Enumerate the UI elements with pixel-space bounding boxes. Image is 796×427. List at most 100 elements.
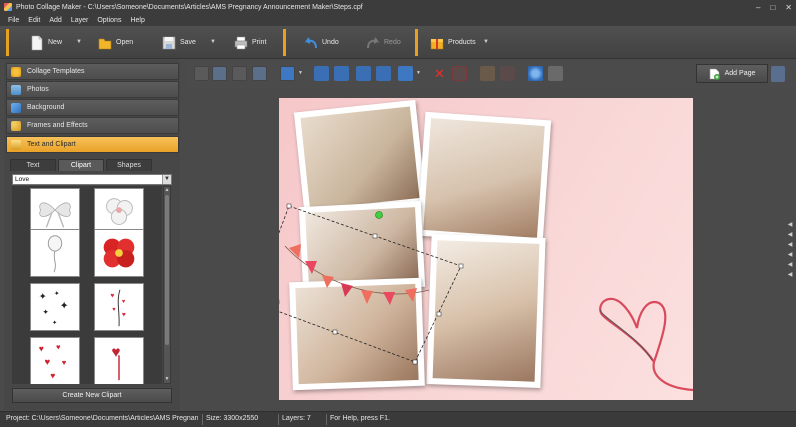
clipart-red-flower[interactable] bbox=[94, 229, 144, 277]
tab-clipart-label: Clipart bbox=[70, 162, 92, 169]
new-dropdown-arrow[interactable]: ▼ bbox=[76, 39, 82, 45]
scroll-up-icon[interactable]: ▲ bbox=[164, 187, 170, 194]
menu-add[interactable]: Add bbox=[49, 17, 61, 24]
resize-handle bbox=[412, 359, 418, 365]
add-page-button[interactable]: Add Page bbox=[696, 64, 768, 83]
svg-text:♥: ♥ bbox=[50, 370, 55, 380]
close-button[interactable]: ✕ bbox=[785, 3, 792, 12]
bring-forward-icon[interactable] bbox=[194, 66, 209, 81]
tab-clipart[interactable]: Clipart bbox=[58, 159, 104, 171]
clipart-heart-branch[interactable]: ♥ ♥ ♥ ♥ bbox=[94, 283, 144, 331]
flip-left-icon[interactable] bbox=[314, 66, 329, 81]
stars-icon: ✦ ✦✦✦✦ bbox=[39, 290, 69, 327]
category-background[interactable]: Background bbox=[6, 99, 179, 116]
window-controls: – □ ✕ bbox=[756, 0, 792, 14]
gear-icon[interactable] bbox=[528, 66, 543, 81]
collage-page[interactable] bbox=[279, 98, 693, 400]
hand-tool-icon[interactable] bbox=[480, 66, 495, 81]
bring-to-front-icon[interactable] bbox=[212, 66, 227, 81]
products-button[interactable]: Products bbox=[430, 30, 476, 55]
scroll-thumb[interactable] bbox=[165, 195, 169, 345]
redo-button[interactable]: Redo bbox=[366, 30, 401, 55]
right-panel-toggle[interactable]: ◀ ◀ ◀ ◀ ◀ ◀ bbox=[786, 220, 794, 280]
new-document-icon bbox=[31, 35, 43, 50]
clipart-scrollbar[interactable]: ▲ ▼ bbox=[163, 186, 171, 384]
menu-options[interactable]: Options bbox=[97, 17, 121, 24]
flip-vertical-icon[interactable] bbox=[376, 66, 391, 81]
clipart-hearts[interactable]: ♥ ♥ ♥ ♥ ♥ bbox=[30, 337, 80, 384]
chevron-left-icon[interactable]: ◀ bbox=[786, 230, 794, 240]
svg-text:♥: ♥ bbox=[122, 312, 126, 319]
chevron-left-icon[interactable]: ◀ bbox=[786, 240, 794, 250]
background-icon bbox=[11, 102, 21, 113]
menu-edit[interactable]: Edit bbox=[28, 17, 40, 24]
clipart-heart-flower[interactable]: ♥ bbox=[94, 337, 144, 384]
open-button[interactable]: Open bbox=[98, 30, 133, 55]
menu-layer[interactable]: Layer bbox=[71, 17, 89, 24]
flip-horizontal-icon[interactable] bbox=[356, 66, 371, 81]
hearts-icon: ♥ ♥♥ ♥♥ bbox=[39, 343, 67, 381]
undo-button[interactable]: Undo bbox=[304, 30, 339, 55]
menu-help[interactable]: Help bbox=[130, 17, 144, 24]
printer-icon bbox=[234, 36, 248, 49]
chevron-left-icon[interactable]: ◀ bbox=[786, 220, 794, 230]
page-settings-icon[interactable] bbox=[771, 66, 785, 82]
redo-arrow-icon bbox=[367, 36, 380, 48]
scroll-down-icon[interactable]: ▼ bbox=[164, 376, 170, 383]
maximize-button[interactable]: □ bbox=[770, 3, 775, 12]
category-label: Background bbox=[27, 104, 65, 111]
category-frames-effects[interactable]: Frames and Effects bbox=[6, 117, 179, 134]
save-button[interactable]: Save bbox=[162, 30, 196, 55]
category-photos[interactable]: Photos bbox=[6, 81, 179, 98]
minimize-button[interactable]: – bbox=[756, 3, 760, 12]
chevron-down-icon[interactable]: ▼ bbox=[162, 175, 171, 184]
open-label: Open bbox=[116, 39, 134, 46]
new-button[interactable]: New bbox=[30, 30, 62, 55]
tab-text[interactable]: Text bbox=[10, 159, 56, 171]
chevron-left-icon[interactable]: ◀ bbox=[786, 260, 794, 270]
align-dropdown-arrow[interactable]: ▼ bbox=[298, 70, 303, 76]
status-divider bbox=[326, 414, 327, 425]
align-icon[interactable] bbox=[280, 66, 295, 81]
print-button[interactable]: Print bbox=[234, 30, 266, 55]
print-label: Print bbox=[252, 39, 267, 46]
flip-right-icon[interactable] bbox=[334, 66, 349, 81]
resize-handle bbox=[372, 233, 378, 239]
window-title: Photo Collage Maker - C:\Users\Someone\D… bbox=[16, 3, 363, 11]
clipart-balloon[interactable] bbox=[30, 229, 80, 277]
send-backward-icon[interactable] bbox=[232, 66, 247, 81]
crop-icon[interactable] bbox=[452, 66, 467, 81]
garland-flag bbox=[305, 261, 317, 274]
size-dropdown-arrow[interactable]: ▼ bbox=[416, 70, 421, 76]
menu-file[interactable]: File bbox=[8, 17, 19, 24]
chevron-left-icon[interactable]: ◀ bbox=[786, 270, 794, 280]
category-label: Collage Templates bbox=[27, 68, 85, 75]
size-icon[interactable] bbox=[398, 66, 413, 81]
lock-icon[interactable] bbox=[548, 66, 563, 81]
save-dropdown-arrow[interactable]: ▼ bbox=[210, 39, 216, 45]
category-collage-templates[interactable]: Collage Templates bbox=[6, 63, 179, 80]
status-divider bbox=[202, 414, 203, 425]
products-dropdown-arrow[interactable]: ▼ bbox=[483, 39, 489, 45]
garland-flag bbox=[361, 290, 373, 304]
chevron-left-icon[interactable]: ◀ bbox=[786, 250, 794, 260]
svg-text:✦: ✦ bbox=[43, 308, 50, 317]
clipart-stars[interactable]: ✦ ✦ ✦ ✦ ✦ bbox=[30, 283, 80, 331]
status-size: Size: 3300x2550 bbox=[206, 415, 259, 422]
folder-icon bbox=[98, 38, 112, 49]
garland-flag bbox=[383, 292, 395, 305]
selection-box bbox=[279, 205, 462, 363]
star-icon bbox=[11, 66, 21, 77]
tab-shapes[interactable]: Shapes bbox=[106, 159, 152, 171]
resize-handle bbox=[458, 263, 464, 269]
svg-text:♥: ♥ bbox=[56, 343, 61, 352]
delete-icon[interactable]: ✕ bbox=[432, 66, 447, 81]
svg-text:♥: ♥ bbox=[110, 292, 114, 299]
eraser-icon[interactable] bbox=[500, 66, 515, 81]
app-logo-icon bbox=[4, 3, 12, 11]
create-new-clipart-button[interactable]: Create New Clipart bbox=[12, 388, 172, 403]
category-text-clipart[interactable]: Text and Clipart bbox=[6, 136, 179, 153]
clipart-category-select[interactable]: Love ▼ bbox=[12, 174, 172, 185]
send-to-back-icon[interactable] bbox=[252, 66, 267, 81]
save-label: Save bbox=[180, 39, 196, 46]
